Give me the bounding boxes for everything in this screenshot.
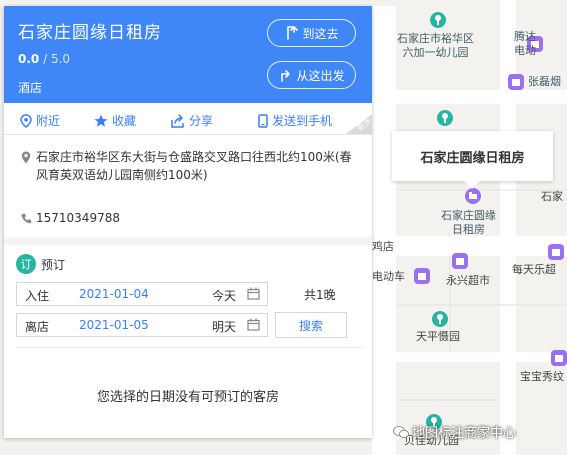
- panel-header: 石家庄圆缘日租房 0.0 / 5.0 酒店 到这去 从这出发: [4, 6, 372, 103]
- poi-stone-right[interactable]: 石家: [541, 190, 563, 204]
- watermark: 地图标注商家中心: [393, 422, 516, 441]
- hotel-pin-icon[interactable]: [465, 188, 481, 204]
- route-from-icon: [281, 70, 291, 82]
- poi-ebike[interactable]: 电动车: [372, 270, 405, 284]
- poi-zhangxin[interactable]: 张磊烟: [528, 75, 561, 89]
- route-to-icon: [287, 26, 299, 40]
- booking-section-title: 订 预订: [16, 254, 65, 274]
- rating-value: 0.0: [18, 52, 40, 66]
- place-category: 酒店: [18, 81, 43, 95]
- poi-teng[interactable]: 腾达 电动: [514, 30, 536, 58]
- phone-device-icon: [258, 113, 268, 128]
- poi-kindergarten-top[interactable]: 石家庄市裕华区 六加一幼儿园: [397, 32, 474, 60]
- route-to-button[interactable]: 到这去: [267, 19, 356, 47]
- calendar-icon[interactable]: [247, 318, 260, 331]
- checkin-date-field[interactable]: 入住 2021-01-04 今天: [16, 282, 268, 306]
- booking-badge-icon: 订: [16, 254, 36, 274]
- action-bar: 附近 收藏 分享 发送到手机 更多: [4, 103, 372, 135]
- calendar-icon[interactable]: [247, 287, 260, 300]
- location-pin-icon: [20, 113, 32, 128]
- poi-tianping[interactable]: 天平慑园: [416, 330, 460, 344]
- address-row: 石家庄市裕华区东大街与仓盛路交叉路口往西北约100米(春风育英双语幼儿园南侧约1…: [4, 148, 372, 184]
- kindergarten-pin-icon[interactable]: [430, 12, 446, 28]
- poi-meitian[interactable]: 每天乐超: [512, 263, 556, 277]
- route-from-button[interactable]: 从这出发: [267, 61, 356, 89]
- place-title: 石家庄圆缘日租房: [18, 23, 162, 43]
- park-pin-icon[interactable]: [432, 311, 448, 327]
- shop-pin-icon[interactable]: [551, 350, 567, 366]
- share-icon: [171, 113, 184, 128]
- poi-chicken[interactable]: 鸡店: [372, 240, 394, 254]
- supermarket-pin-icon[interactable]: [452, 253, 468, 269]
- rating-max: / 5.0: [43, 52, 71, 66]
- more-tag[interactable]: 更多: [346, 114, 372, 134]
- tree-pin-icon[interactable]: [437, 110, 453, 126]
- phone-row: 15710349788: [4, 211, 372, 225]
- rating: 0.0 / 5.0: [18, 52, 70, 66]
- address-text: 石家庄市裕华区东大街与仓盛路交叉路口往西北约100米(春风育英双语幼儿园南侧约1…: [36, 150, 352, 182]
- poi-yongxing[interactable]: 永兴超市: [446, 274, 490, 288]
- share-button[interactable]: 分享: [171, 112, 213, 129]
- phone-icon: [21, 213, 32, 224]
- poi-baobao[interactable]: 宝宝秀纹: [520, 370, 564, 384]
- shop-pin-icon[interactable]: [548, 244, 564, 260]
- section-divider: [4, 237, 372, 245]
- shop-pin-icon[interactable]: [414, 268, 430, 284]
- star-icon: [94, 114, 108, 127]
- wechat-icon: [393, 425, 409, 438]
- phone-number[interactable]: 15710349788: [36, 211, 120, 225]
- no-rooms-message: 您选择的日期没有可预订的客房: [96, 390, 279, 405]
- poi-selected-hotel[interactable]: 石家庄圆缘 日租房: [441, 209, 496, 237]
- favorite-button[interactable]: 收藏: [94, 112, 136, 129]
- send-to-phone-button[interactable]: 发送到手机: [258, 112, 332, 129]
- map-tooltip[interactable]: 石家庄圆缘日租房: [392, 131, 553, 189]
- booking-divider: [16, 347, 364, 348]
- search-button[interactable]: 搜索: [275, 312, 347, 338]
- place-info-panel: 石家庄圆缘日租房 0.0 / 5.0 酒店 到这去 从这出发 附近 收藏 分享 …: [4, 6, 372, 438]
- checkout-date-field[interactable]: 离店 2021-01-05 明天: [16, 313, 268, 337]
- nights-count: 共1晚: [304, 288, 336, 302]
- shop-pin-icon[interactable]: [508, 74, 524, 90]
- nearby-button[interactable]: 附近: [20, 112, 60, 129]
- location-marker-icon: [21, 151, 31, 164]
